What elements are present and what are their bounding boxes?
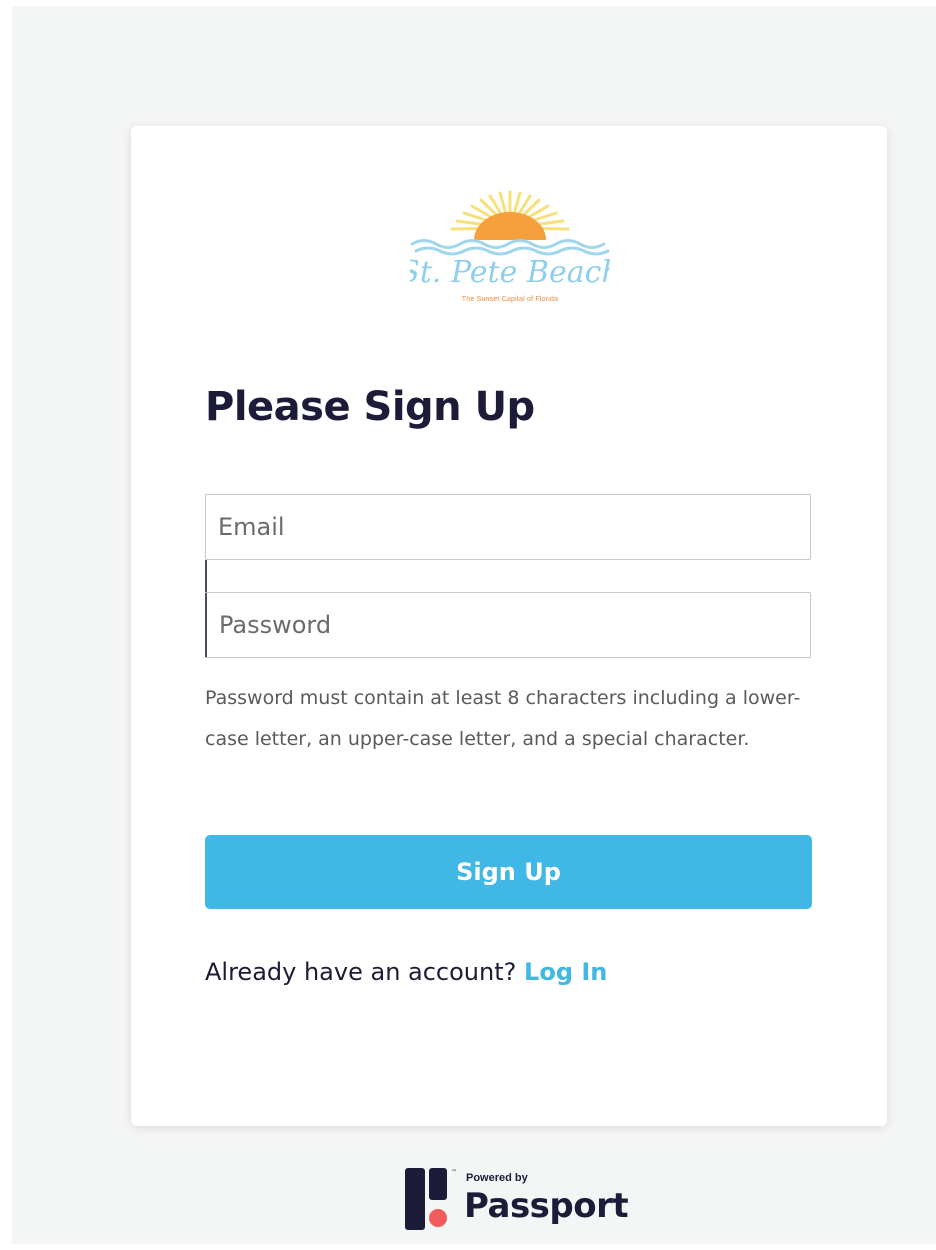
password-requirements-hint: Password must contain at least 8 charact…: [205, 687, 801, 750]
email-field[interactable]: [205, 494, 811, 560]
powered-by-passport: ™ Powered by Passport: [405, 1166, 629, 1230]
sun-icon: [474, 212, 546, 240]
svg-text:™: ™: [451, 1169, 457, 1176]
st-pete-beach-logo: St. Pete Beach The Sunset Capital of Flo…: [399, 188, 621, 308]
field-divider: [205, 560, 207, 592]
signup-card: St. Pete Beach The Sunset Capital of Flo…: [131, 126, 887, 1126]
sun-waves-logo-icon: St. Pete Beach: [399, 190, 621, 290]
logo-tagline: The Sunset Capital of Florida: [461, 296, 559, 303]
login-prompt-row: Already have an account? Log In: [205, 958, 607, 986]
login-prompt-text: Already have an account?: [205, 958, 517, 986]
sign-up-button[interactable]: Sign Up: [205, 835, 812, 909]
passport-logo-icon: ™: [405, 1168, 457, 1230]
password-field[interactable]: [205, 592, 811, 658]
page-title: Please Sign Up: [205, 384, 535, 430]
log-in-link[interactable]: Log In: [524, 958, 607, 986]
passport-brand: Passport: [464, 1186, 629, 1226]
powered-by-label: Powered by: [466, 1172, 528, 1184]
waves-icon: [410, 239, 610, 256]
logo-wordmark: St. Pete Beach: [410, 255, 610, 290]
